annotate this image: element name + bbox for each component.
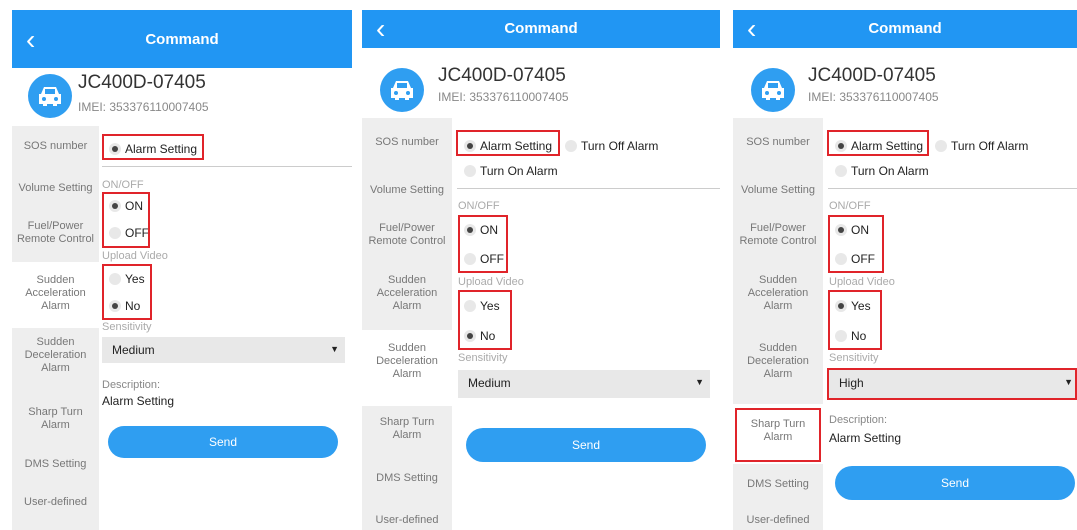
screen-1: ‹ Command JC400D-07405 IMEI: 35337611000… [12, 10, 352, 530]
device-card: JC400D-07405 IMEI: 353376110007405 [12, 68, 352, 126]
page-title: Command [868, 20, 942, 37]
onoff-label: ON/OFF [829, 200, 871, 212]
sidebar-item-sos-number[interactable]: SOS number [12, 140, 99, 153]
turn-on-alarm-radio[interactable]: Turn On Alarm [464, 163, 558, 178]
highlight-box [828, 290, 882, 350]
divider [828, 188, 1077, 189]
sidebar-item-sudden-acceleration[interactable]: Sudden Acceleration Alarm [12, 262, 99, 328]
sensitivity-label: Sensitivity [458, 352, 508, 364]
onoff-label: ON/OFF [102, 179, 144, 191]
sensitivity-select[interactable]: Medium ▼ [458, 370, 710, 398]
dropdown-caret-icon: ▼ [695, 377, 704, 387]
highlight-box [458, 290, 512, 350]
form-content: Alarm Setting Turn Off Alarm Turn On Ala… [452, 118, 720, 530]
device-imei: IMEI: 353376110007405 [438, 90, 569, 104]
sidebar-item-sudden-deceleration[interactable]: Sudden Deceleration Alarm [733, 342, 823, 381]
description-value: Alarm Setting [829, 431, 902, 445]
highlight-box [827, 130, 929, 156]
highlight-box [456, 130, 560, 156]
highlight-box [102, 264, 152, 320]
device-name: JC400D-07405 [438, 65, 566, 86]
sidebar-item-dms-setting[interactable]: DMS Setting [12, 458, 99, 471]
car-icon [751, 68, 795, 112]
highlight-box [827, 368, 1077, 400]
device-card: JC400D-07405 IMEI: 353376110007405 [733, 48, 1077, 116]
send-button[interactable]: Send [835, 466, 1075, 500]
form-content: Alarm Setting ON/OFF ON OFF Upload Video… [99, 126, 352, 530]
sensitivity-select[interactable]: Medium ▼ [102, 337, 345, 363]
device-imei: IMEI: 353376110007405 [78, 100, 209, 114]
device-name: JC400D-07405 [808, 65, 936, 86]
send-button[interactable]: Send [466, 428, 706, 462]
sidebar-item-dms-setting[interactable]: DMS Setting [733, 478, 823, 491]
dropdown-caret-icon: ▼ [330, 344, 339, 354]
sidebar: SOS number Volume Setting Fuel/Power Rem… [362, 118, 452, 530]
screen-3: ‹ Command JC400D-07405 IMEI: 35337611000… [733, 10, 1077, 530]
description-label: Description: [102, 379, 161, 391]
sidebar-item-user-defined[interactable]: User-defined [362, 514, 452, 527]
page-title: Command [145, 31, 219, 48]
sidebar: SOS number Volume Setting Fuel/Power Rem… [733, 118, 823, 530]
highlight-box [828, 215, 884, 273]
sidebar-item-sudden-deceleration[interactable]: Sudden Deceleration Alarm [12, 336, 99, 375]
description-value: Alarm Setting [102, 394, 175, 408]
sidebar-item-sudden-acceleration[interactable]: Sudden Acceleration Alarm [733, 274, 823, 313]
header-bar: ‹ Command [362, 10, 720, 48]
car-icon [380, 68, 424, 112]
highlight-box [102, 192, 150, 248]
sidebar-item-dms-setting[interactable]: DMS Setting [362, 472, 452, 485]
sidebar-item-volume-setting[interactable]: Volume Setting [733, 184, 823, 197]
highlight-box [458, 215, 508, 273]
header-bar: ‹ Command [733, 10, 1077, 48]
sidebar-item-fuel-power[interactable]: Fuel/Power Remote Control [12, 220, 99, 246]
sidebar-item-sos-number[interactable]: SOS number [733, 136, 823, 149]
car-icon [28, 74, 72, 118]
sidebar-item-user-defined[interactable]: User-defined [12, 496, 99, 509]
device-name: JC400D-07405 [78, 72, 206, 93]
highlight-box [102, 134, 204, 160]
sidebar: SOS number Volume Setting Fuel/Power Rem… [12, 126, 99, 530]
sensitivity-label: Sensitivity [829, 352, 879, 364]
description-label: Description: [829, 414, 888, 426]
sidebar-item-fuel-power[interactable]: Fuel/Power Remote Control [733, 222, 823, 248]
turn-on-alarm-radio[interactable]: Turn On Alarm [835, 163, 929, 178]
device-card: JC400D-07405 IMEI: 353376110007405 [362, 48, 720, 116]
divider [457, 188, 720, 189]
sidebar-item-fuel-power[interactable]: Fuel/Power Remote Control [362, 222, 452, 248]
sidebar-item-sudden-deceleration[interactable]: Sudden Deceleration Alarm [362, 330, 452, 406]
send-button[interactable]: Send [108, 426, 338, 458]
highlight-box [735, 408, 821, 462]
form-content: Alarm Setting Turn Off Alarm Turn On Ala… [823, 118, 1077, 530]
sidebar-item-user-defined[interactable]: User-defined [733, 514, 823, 527]
divider [102, 166, 352, 167]
turn-off-alarm-radio[interactable]: Turn Off Alarm [935, 138, 1028, 153]
sidebar-item-sharp-turn[interactable]: Sharp Turn Alarm [362, 416, 452, 442]
sidebar-item-volume-setting[interactable]: Volume Setting [362, 184, 452, 197]
device-imei: IMEI: 353376110007405 [808, 90, 939, 104]
upload-video-label: Upload Video [458, 276, 524, 288]
page-title: Command [504, 20, 578, 37]
header-bar: ‹ Command [12, 10, 352, 68]
screen-2: ‹ Command JC400D-07405 IMEI: 35337611000… [362, 10, 720, 530]
sidebar-item-sudden-acceleration[interactable]: Sudden Acceleration Alarm [362, 274, 452, 313]
upload-video-label: Upload Video [829, 276, 895, 288]
sidebar-item-sos-number[interactable]: SOS number [362, 136, 452, 149]
sidebar-item-volume-setting[interactable]: Volume Setting [12, 182, 99, 195]
sidebar-item-sharp-turn[interactable]: Sharp Turn Alarm [12, 406, 99, 432]
sensitivity-label: Sensitivity [102, 321, 152, 333]
upload-video-label: Upload Video [102, 250, 168, 262]
onoff-label: ON/OFF [458, 200, 500, 212]
turn-off-alarm-radio[interactable]: Turn Off Alarm [565, 138, 658, 153]
